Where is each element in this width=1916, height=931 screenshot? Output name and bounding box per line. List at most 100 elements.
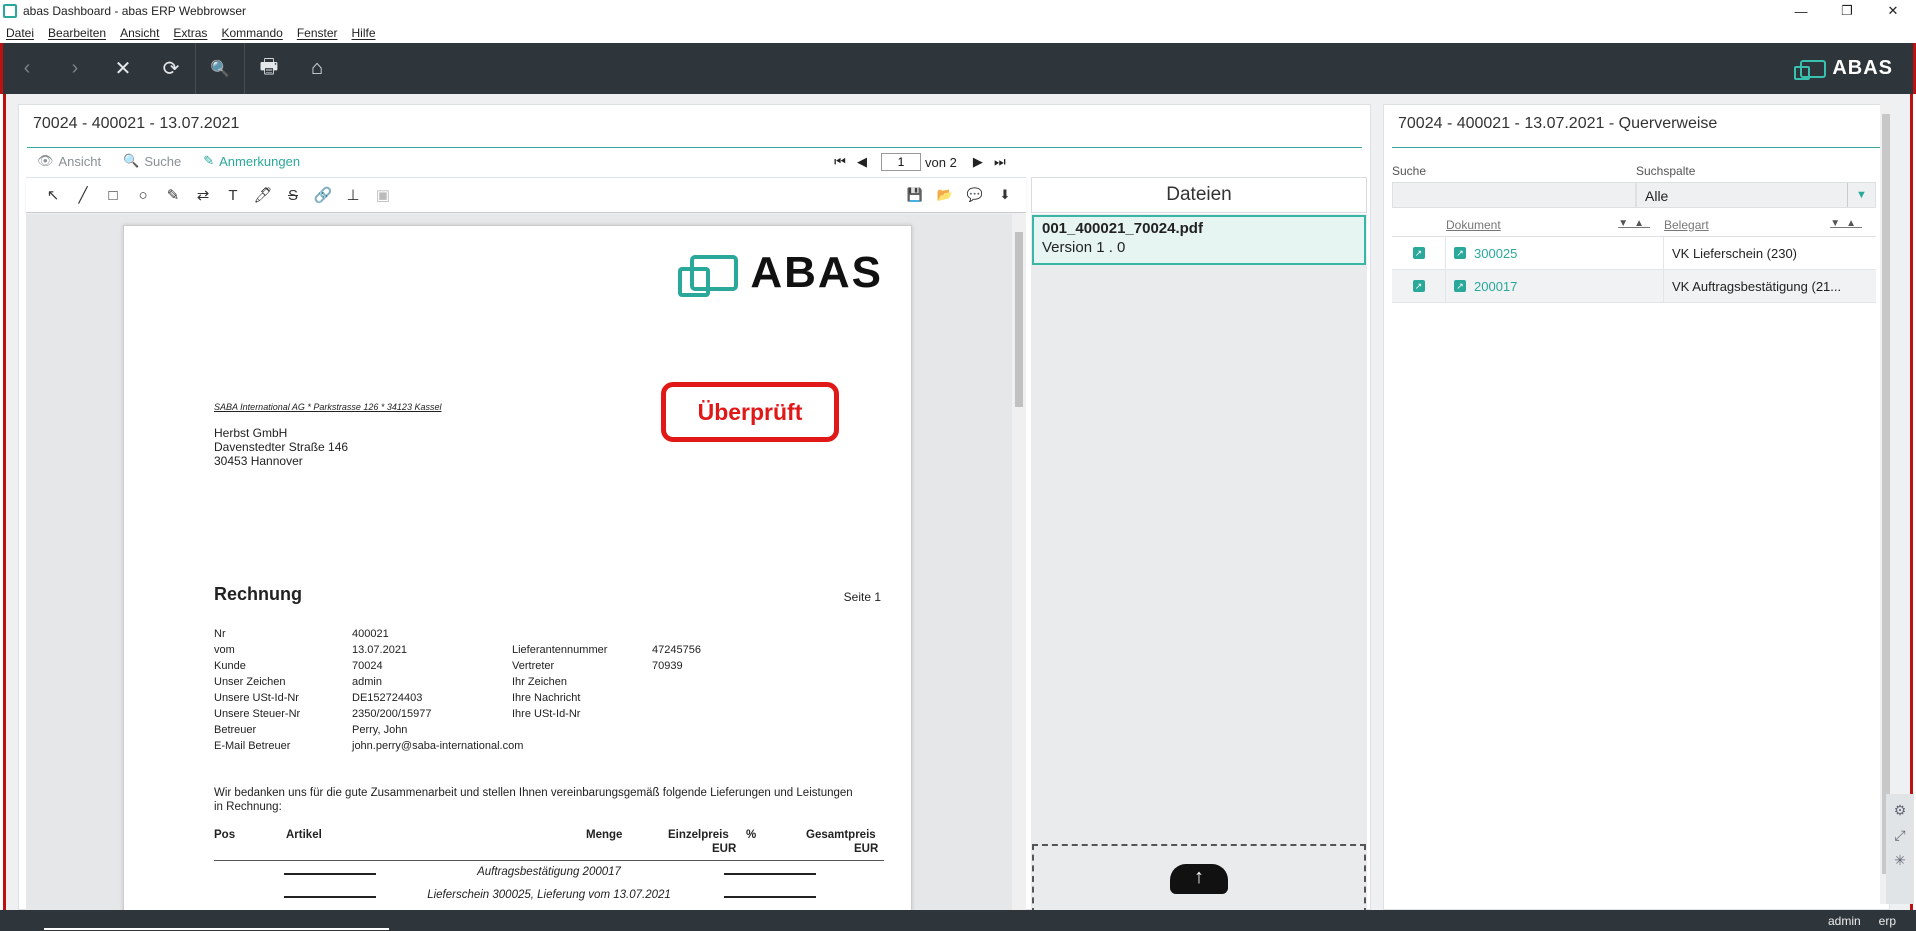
meta-key: Betreuer — [214, 724, 257, 736]
open-link-icon[interactable]: ↗ — [1454, 247, 1466, 259]
link-icon[interactable]: 🔗 — [308, 186, 338, 204]
panel-scrollbar[interactable] — [1880, 104, 1892, 904]
forward-icon[interactable]: › — [51, 43, 99, 94]
meta-key: Ihre USt-Id-Nr — [512, 708, 581, 720]
print-icon[interactable]: 🖶 — [245, 43, 293, 94]
home-icon[interactable]: ⌂ — [293, 43, 341, 94]
text-icon[interactable]: T — [218, 187, 248, 204]
cloud-upload-icon[interactable] — [1170, 864, 1228, 894]
header-belegart[interactable]: Belegart ▼▲ — [1664, 218, 1876, 232]
document-scrollbar[interactable] — [1012, 214, 1026, 911]
table-row[interactable]: ↗ ↗ 300025 VK Lieferschein (230) — [1392, 236, 1876, 270]
document-viewer-panel: 70024 - 400021 - 13.07.2021 👁 Ansicht 🔍 Su… — [18, 104, 1371, 914]
row-type: VK Lieferschein (230) — [1672, 245, 1798, 261]
menu-fenster[interactable]: Fenster — [297, 26, 338, 40]
menu-ansicht[interactable]: Ansicht — [120, 26, 159, 40]
document-logo-text: ABAS — [750, 248, 883, 297]
col-gesamtpreis: Gesamtpreis — [806, 829, 876, 841]
page-number-input[interactable] — [881, 153, 921, 171]
sort-icons[interactable]: ▼▲ — [1618, 218, 1650, 232]
next-page-icon[interactable]: ▶ — [967, 154, 989, 170]
stop-icon[interactable]: ✕ — [99, 43, 147, 94]
stamp-icon[interactable]: ⊥ — [338, 186, 368, 204]
meta-row: Unsere USt-Id-Nr DE152724403 Ihre Nachrich… — [214, 690, 701, 706]
document-canvas[interactable]: ABAS SABA International AG * Parkstrasse… — [26, 214, 1019, 911]
strikethrough-icon[interactable]: S — [278, 187, 308, 204]
tab-suche[interactable]: 🔍 Suche — [123, 153, 181, 169]
meta-value: 70939 — [652, 660, 683, 672]
menu-bearbeiten[interactable]: Bearbeiten — [48, 26, 106, 40]
meta-key — [512, 722, 652, 738]
gear-icon[interactable]: ⚙ — [1894, 802, 1907, 819]
menu-hilfe[interactable]: Hilfe — [352, 26, 376, 40]
open-link-icon[interactable]: ↗ — [1454, 280, 1466, 292]
meta-row: Nr 400021 — [214, 626, 701, 642]
file-item[interactable]: 001_400021_70024.pdf Version 1 . 0 — [1032, 215, 1366, 265]
col-percent: % — [746, 829, 757, 841]
select-arrow-icon[interactable]: ↖ — [38, 186, 68, 204]
row-action[interactable]: ↗ — [1392, 269, 1446, 303]
meta-key: Vertreter — [512, 660, 555, 672]
loading-icon[interactable]: ✳ — [1894, 852, 1906, 869]
document-number[interactable]: 200017 — [1474, 279, 1517, 294]
menu-datei[interactable]: Datei — [6, 26, 34, 40]
expand-icon[interactable]: ⤢ — [1894, 827, 1905, 844]
meta-value: 2350/200/15977 — [352, 708, 432, 720]
app-icon — [3, 4, 17, 18]
highlighter-icon[interactable]: 🖊 — [248, 186, 278, 204]
col-artikel: Artikel — [286, 829, 322, 841]
maximize-button[interactable]: ❐ — [1824, 0, 1870, 22]
row-action[interactable]: ↗ — [1392, 236, 1446, 270]
minimize-button[interactable]: — — [1778, 0, 1824, 22]
search-column-select[interactable]: Alle ▼ — [1636, 182, 1876, 208]
open-link-icon[interactable]: ↗ — [1412, 247, 1425, 259]
files-header: Dateien — [1031, 177, 1367, 213]
tab-ansicht[interactable]: 👁 Ansicht — [37, 153, 101, 169]
ellipse-icon[interactable]: ○ — [128, 187, 158, 204]
open-folder-icon[interactable]: 📂 — [930, 187, 960, 203]
header-dokument[interactable]: Dokument ▼▲ — [1446, 218, 1664, 232]
menu-extras[interactable]: Extras — [173, 26, 207, 40]
refresh-icon[interactable]: ⟳ — [147, 43, 195, 94]
polyline-icon[interactable]: ⇄ — [188, 186, 218, 204]
download-icon[interactable]: ⬇ — [990, 187, 1020, 203]
rectangle-icon[interactable]: □ — [98, 187, 128, 204]
image-icon[interactable]: ▣ — [368, 186, 398, 204]
sort-icons[interactable]: ▼▲ — [1830, 218, 1862, 232]
window-titlebar: abas Dashboard - abas ERP Webbrowser — ❐… — [0, 0, 1916, 22]
meta-value: DE152724403 — [352, 692, 423, 704]
row-document[interactable]: ↗ 300025 — [1446, 236, 1664, 270]
back-icon[interactable]: ‹ — [3, 43, 51, 94]
save-icon[interactable]: 💾 — [900, 187, 930, 203]
references-title: 70024 - 400021 - 13.07.2021 - Querverwei… — [1398, 115, 1718, 132]
table-row[interactable]: ↗ ↗ 200017 VK Auftragsbestätigung (21... — [1392, 269, 1876, 303]
status-user: admin — [1827, 913, 1861, 928]
verified-stamp[interactable]: Überprüft — [661, 382, 839, 442]
upload-dropzone[interactable] — [1032, 844, 1366, 914]
freehand-icon[interactable]: ✎ — [158, 186, 188, 204]
search-icon[interactable]: 🔍 — [196, 43, 244, 94]
meta-key: Unsere Steuer-Nr — [214, 708, 301, 720]
last-page-icon[interactable]: ⏭ — [989, 154, 1011, 170]
invoice-page: ABAS SABA International AG * Parkstrasse… — [123, 225, 912, 911]
line-icon[interactable]: ╱ — [68, 186, 98, 204]
search-input[interactable] — [1392, 182, 1636, 208]
open-link-icon[interactable]: ↗ — [1412, 280, 1425, 292]
meta-key: Unser Zeichen — [214, 676, 286, 688]
tab-label: Suche — [144, 153, 182, 169]
comment-icon[interactable]: 💬 — [960, 187, 990, 203]
tab-label: Ansicht — [58, 153, 102, 169]
row-document[interactable]: ↗ 200017 — [1446, 269, 1664, 303]
prev-page-icon[interactable]: ◀ — [851, 154, 873, 170]
first-page-icon[interactable]: ⏮ — [829, 154, 851, 170]
title-divider — [27, 147, 1362, 148]
scrollbar-thumb[interactable] — [1015, 232, 1023, 407]
close-window-button[interactable]: ✕ — [1870, 0, 1916, 22]
document-number[interactable]: 300025 — [1474, 246, 1517, 261]
menu-kommando[interactable]: Kommando — [221, 26, 282, 40]
scrollbar-thumb[interactable] — [1882, 114, 1890, 874]
chevron-down-icon[interactable]: ▼ — [1847, 183, 1875, 207]
meta-value: 70024 — [352, 660, 383, 672]
tab-anmerkungen[interactable]: ✎ Anmerkungen — [203, 153, 300, 169]
meta-key — [512, 626, 652, 642]
